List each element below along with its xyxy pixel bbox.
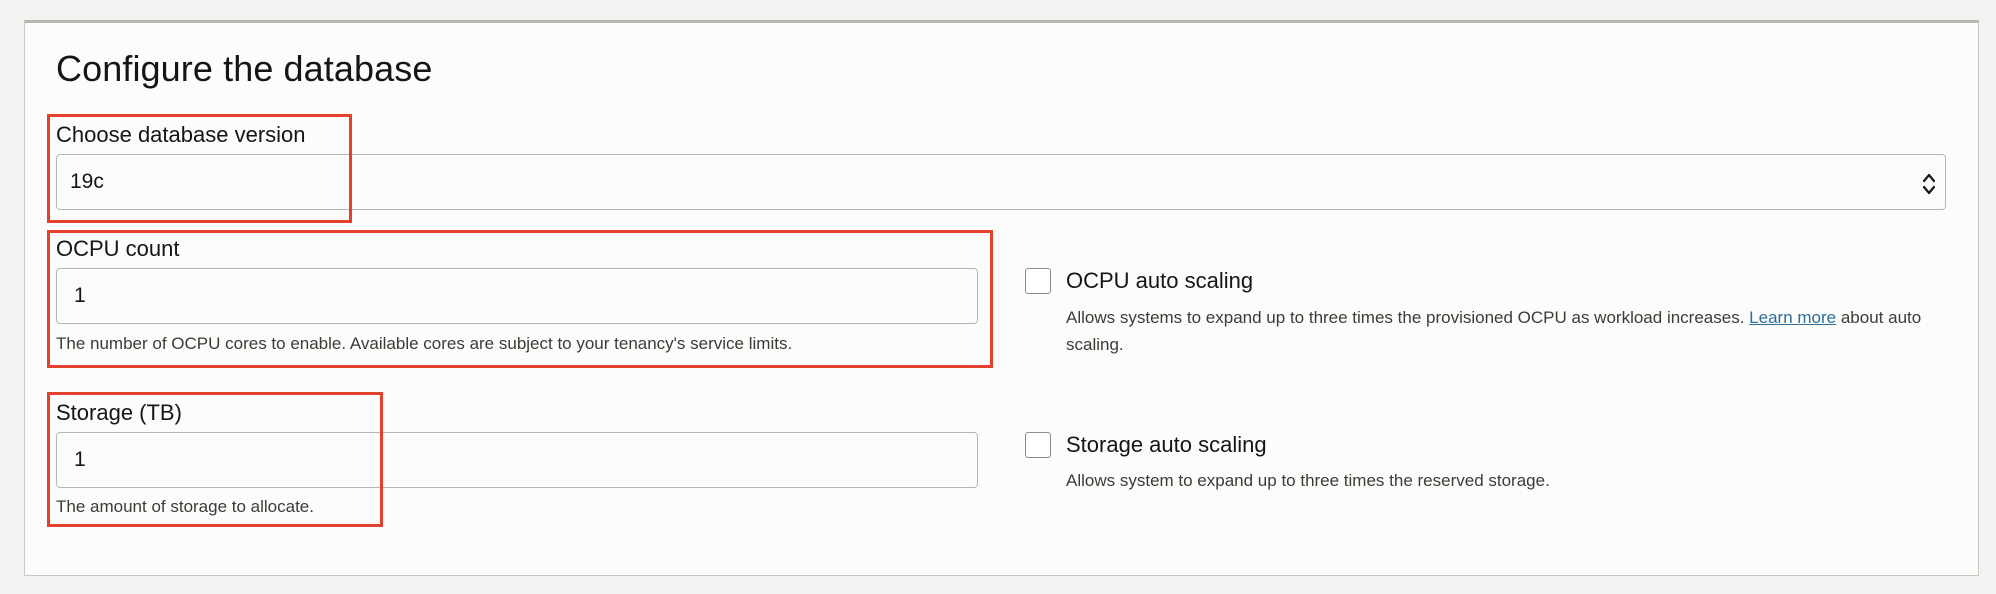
ocpu-auto-scaling-description: Allows systems to expand up to three tim… <box>1066 304 1971 358</box>
db-version-highlight-box <box>47 114 352 223</box>
ocpu-auto-scaling-checkbox[interactable] <box>1025 268 1051 294</box>
ocpu-auto-scaling-label: OCPU auto scaling <box>1066 268 1254 293</box>
storage-auto-scaling-description: Allows system to expand up to three time… <box>1066 471 1550 490</box>
learn-more-link[interactable]: Learn more <box>1749 308 1836 327</box>
section-title: Configure the database <box>56 48 433 89</box>
ocpu-count-highlight-box <box>47 230 993 368</box>
storage-auto-scaling-checkbox[interactable] <box>1025 432 1051 458</box>
storage-highlight-box <box>47 392 383 527</box>
storage-auto-scaling-label: Storage auto scaling <box>1066 432 1267 457</box>
select-chevron-updown-icon <box>1922 173 1936 195</box>
ocpu-auto-scaling-desc-text: Allows systems to expand up to three tim… <box>1066 308 1745 327</box>
